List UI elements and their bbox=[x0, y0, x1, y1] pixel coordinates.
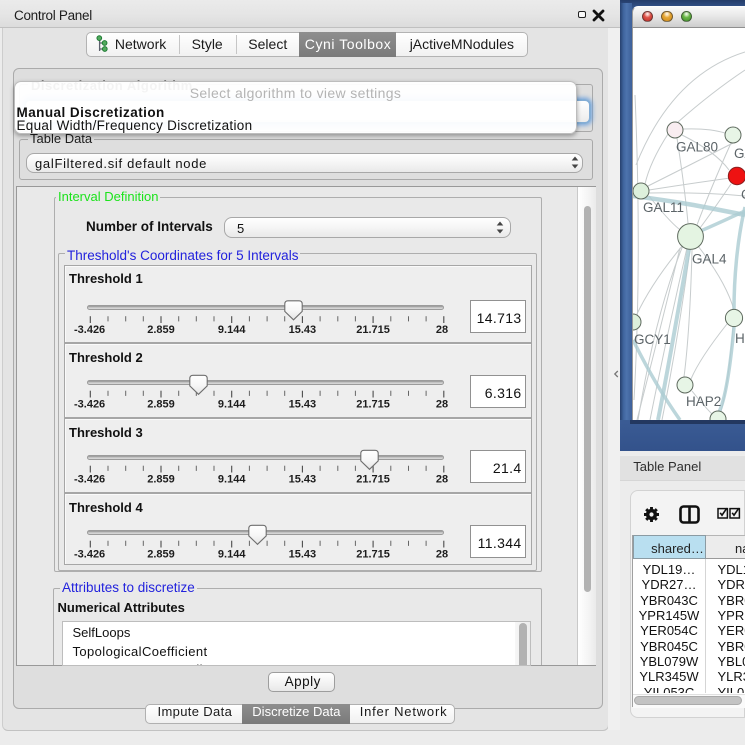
svg-text:9.144: 9.144 bbox=[218, 323, 246, 335]
svg-text:15.43: 15.43 bbox=[289, 473, 317, 485]
svg-text:2.859: 2.859 bbox=[147, 473, 175, 485]
svg-text:2.859: 2.859 bbox=[147, 398, 175, 410]
svg-text:-3.426: -3.426 bbox=[74, 548, 105, 560]
svg-text:21.715: 21.715 bbox=[356, 323, 390, 335]
svg-text:28: 28 bbox=[436, 473, 448, 485]
svg-text:28: 28 bbox=[436, 548, 448, 560]
svg-text:21.715: 21.715 bbox=[356, 548, 390, 560]
svg-text:GAL11: GAL11 bbox=[643, 200, 684, 215]
svg-text:28: 28 bbox=[436, 398, 448, 410]
svg-text:15.43: 15.43 bbox=[289, 398, 317, 410]
svg-text:H: H bbox=[735, 331, 745, 346]
svg-text:-3.426: -3.426 bbox=[74, 473, 105, 485]
svg-text:GAL4: GAL4 bbox=[692, 252, 727, 267]
svg-text:GAL: GAL bbox=[734, 146, 745, 161]
svg-text:HAP2: HAP2 bbox=[686, 394, 721, 409]
svg-text:21.715: 21.715 bbox=[356, 473, 390, 485]
svg-text:2.859: 2.859 bbox=[147, 548, 175, 560]
svg-text:GAL80: GAL80 bbox=[676, 140, 718, 155]
svg-text:-3.426: -3.426 bbox=[74, 323, 105, 335]
svg-text:GCY1: GCY1 bbox=[634, 332, 671, 347]
svg-text:21.715: 21.715 bbox=[356, 398, 390, 410]
svg-text:9.144: 9.144 bbox=[218, 473, 246, 485]
svg-text:9.144: 9.144 bbox=[218, 548, 246, 560]
svg-text:15.43: 15.43 bbox=[289, 323, 317, 335]
svg-text:-3.426: -3.426 bbox=[74, 398, 105, 410]
svg-text:28: 28 bbox=[436, 323, 448, 335]
svg-text:C: C bbox=[741, 187, 745, 202]
svg-text:9.144: 9.144 bbox=[218, 398, 246, 410]
svg-text:15.43: 15.43 bbox=[289, 548, 317, 560]
svg-text:2.859: 2.859 bbox=[147, 323, 175, 335]
